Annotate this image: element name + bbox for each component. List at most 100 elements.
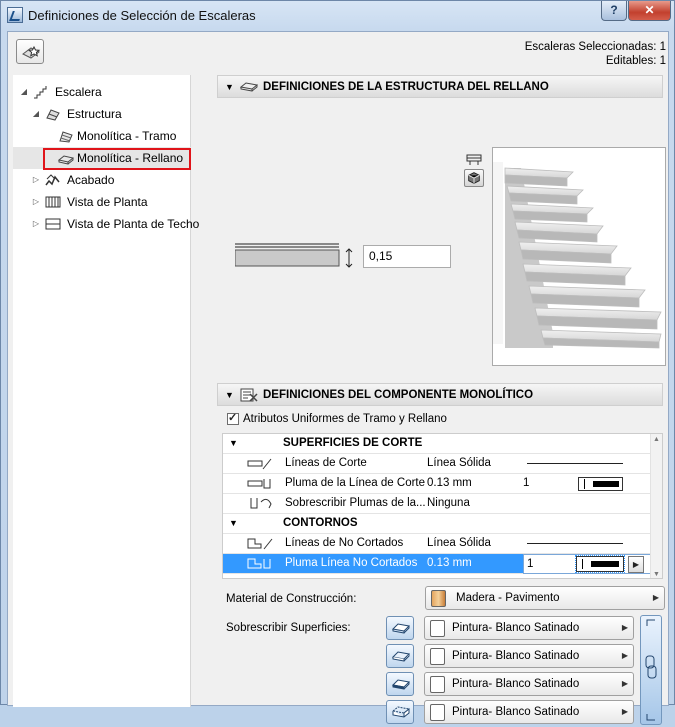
surface-side-icon [392,651,410,662]
row-cut-lines[interactable]: Líneas de Corte Línea Sólida [223,454,651,474]
material-value: Madera - Pavimento [456,592,560,604]
chevron-right-icon: ▶ [652,593,659,602]
row-value: Ninguna [427,497,470,509]
expand-arrow-icon[interactable]: ▷ [31,191,41,213]
landing-thickness-input[interactable]: 0,15 [363,245,451,268]
pen-color-swatch[interactable] [575,555,625,573]
surface-edge-icon [392,679,410,690]
row-label: Pluma de la Línea de Corte [285,477,426,489]
line-type-icon [247,458,272,470]
landing-icon [240,82,258,92]
chevron-right-icon: ▶ [621,679,628,688]
pen-number: 1 [523,477,530,489]
attributes-grid: ▼ SUPERFICIES DE CORTE Líneas de Corte L… [222,433,663,579]
window-title: Definiciones de Selección de Escaleras [28,8,256,23]
landing-section-header[interactable]: ▼ DEFINICIONES DE LA ESTRUCTURA DEL RELL… [217,75,663,98]
surface-top-icon [392,623,410,634]
tree-item-vista-de-planta-de-techo[interactable]: ▷ Vista de Planta de Techo [13,213,199,235]
collapse-arrow-icon[interactable]: ▼ [229,434,238,453]
material-label: Material de Construcción: [226,593,357,605]
row-uncut-lines[interactable]: Líneas de No Cortados Línea Sólida [223,534,651,554]
row-label: Líneas de No Cortados [285,537,404,549]
row-value: Línea Sólida [427,457,491,469]
landing-thickness-section-icon [235,243,340,267]
line-sample [527,463,623,464]
selection-info: Escaleras Seleccionadas: 1 Editables: 1 [525,40,666,68]
tree-item-acabado[interactable]: ▷ Acabado [13,169,191,191]
favorites-button[interactable] [16,39,44,64]
pen-picker-arrow-icon[interactable]: ▶ [628,556,644,573]
section-title: DEFINICIONES DEL COMPONENTE MONOLÍTICO [263,389,534,401]
editable-count: Editables: 1 [605,55,666,67]
help-button[interactable]: ? [601,1,627,21]
group-outlines[interactable]: ▼ CONTORNOS [223,514,651,534]
chevron-right-icon: ▶ [621,707,628,716]
finish-icon [45,174,60,186]
expand-arrow-icon[interactable]: ▷ [31,169,41,191]
uniform-attributes-label: Atributos Uniformes de Tramo y Rellano [243,413,447,425]
override-pen-icon [250,498,272,509]
pen-number[interactable]: 1 [527,555,533,573]
expand-arrow-icon[interactable]: ▷ [31,213,41,235]
collapse-arrow-icon[interactable]: ▼ [225,76,234,98]
tree-item-label: Monolítica - Tramo [77,129,177,143]
tree-item-estructura[interactable]: ◢ Estructura [13,103,191,125]
surface-dropdown-side[interactable]: Pintura- Blanco Satinado ▶ [424,644,634,668]
tree-item-monolitica-tramo[interactable]: Monolítica - Tramo [13,125,191,147]
grid-scrollbar[interactable]: ▲ ▼ [650,434,662,578]
surface-override-button-bottom[interactable] [386,700,414,724]
scroll-up-icon[interactable]: ▲ [653,436,660,443]
expand-arrow-icon[interactable]: ◢ [31,103,41,125]
scroll-down-icon[interactable]: ▼ [653,571,660,578]
surface-dropdown-bottom[interactable]: Pintura- Blanco Satinado ▶ [424,700,634,724]
selection-highlight-box [43,148,191,170]
surface-bottom-icon [392,706,410,718]
tree-item-label: Estructura [67,107,122,121]
surface-override-button-top[interactable] [386,616,414,640]
close-button[interactable]: ✕ [628,1,671,21]
row-label: Sobrescribir Plumas de la... [285,497,426,509]
row-value: 0.13 mm [427,557,472,569]
surface-dropdown-top[interactable]: Pintura- Blanco Satinado ▶ [424,616,634,640]
collapse-arrow-icon[interactable]: ▼ [229,514,238,533]
tree-item-escalera[interactable]: ◢ Escalera [13,81,191,103]
stair-preview-image [493,162,662,349]
pen-editor[interactable]: 1 ▶ [523,554,651,574]
line-sample [527,543,623,544]
archicad-app-icon [7,7,23,23]
component-settings-icon [240,388,258,402]
monolithic-run-icon [59,131,73,143]
title-bar[interactable]: Definiciones de Selección de Escaleras ?… [1,1,674,31]
chain-link-icon [645,619,657,721]
stair-3d-preview [492,147,666,366]
row-value: 0.13 mm [427,477,472,489]
surface-value: Pintura- Blanco Satinado [452,678,580,690]
row-cut-line-pen[interactable]: Pluma de la Línea de Corte 0.13 mm 1 [223,474,651,494]
uncut-pen-icon [247,558,271,569]
link-surfaces-button[interactable] [640,615,662,725]
collapse-arrow-icon[interactable]: ▼ [225,384,234,406]
surface-dropdown-edge[interactable]: Pintura- Blanco Satinado ▶ [424,672,634,696]
pen-color-swatch[interactable] [578,477,623,491]
component-section-header[interactable]: ▼ DEFINICIONES DEL COMPONENTE MONOLÍTICO [217,383,663,406]
surface-value: Pintura- Blanco Satinado [452,706,580,718]
uniform-attributes-checkbox[interactable] [227,411,239,425]
surface-override-button-side[interactable] [386,644,414,668]
group-cut-surfaces[interactable]: ▼ SUPERFICIES DE CORTE [223,434,651,454]
dialog-client-area: Escaleras Seleccionadas: 1 Editables: 1 … [7,31,669,725]
row-override-pens[interactable]: Sobrescribir Plumas de la... Ninguna [223,494,651,514]
white-paint-swatch [430,620,445,637]
expand-arrow-icon[interactable]: ◢ [19,81,29,103]
section-title: DEFINICIONES DE LA ESTRUCTURA DEL RELLAN… [263,81,549,93]
chevron-right-icon: ▶ [621,651,628,660]
3d-view-icon[interactable] [464,169,484,187]
white-paint-swatch [430,648,445,665]
thickness-dimension-icon [345,248,353,268]
plan-view-icon[interactable] [464,151,484,169]
tree-item-label: Acabado [67,173,115,187]
tree-item-label: Vista de Planta [67,195,148,209]
white-paint-swatch [430,704,445,721]
tree-item-vista-de-planta[interactable]: ▷ Vista de Planta [13,191,191,213]
surface-override-button-edge[interactable] [386,672,414,696]
material-dropdown[interactable]: Madera - Pavimento ▶ [425,586,665,610]
